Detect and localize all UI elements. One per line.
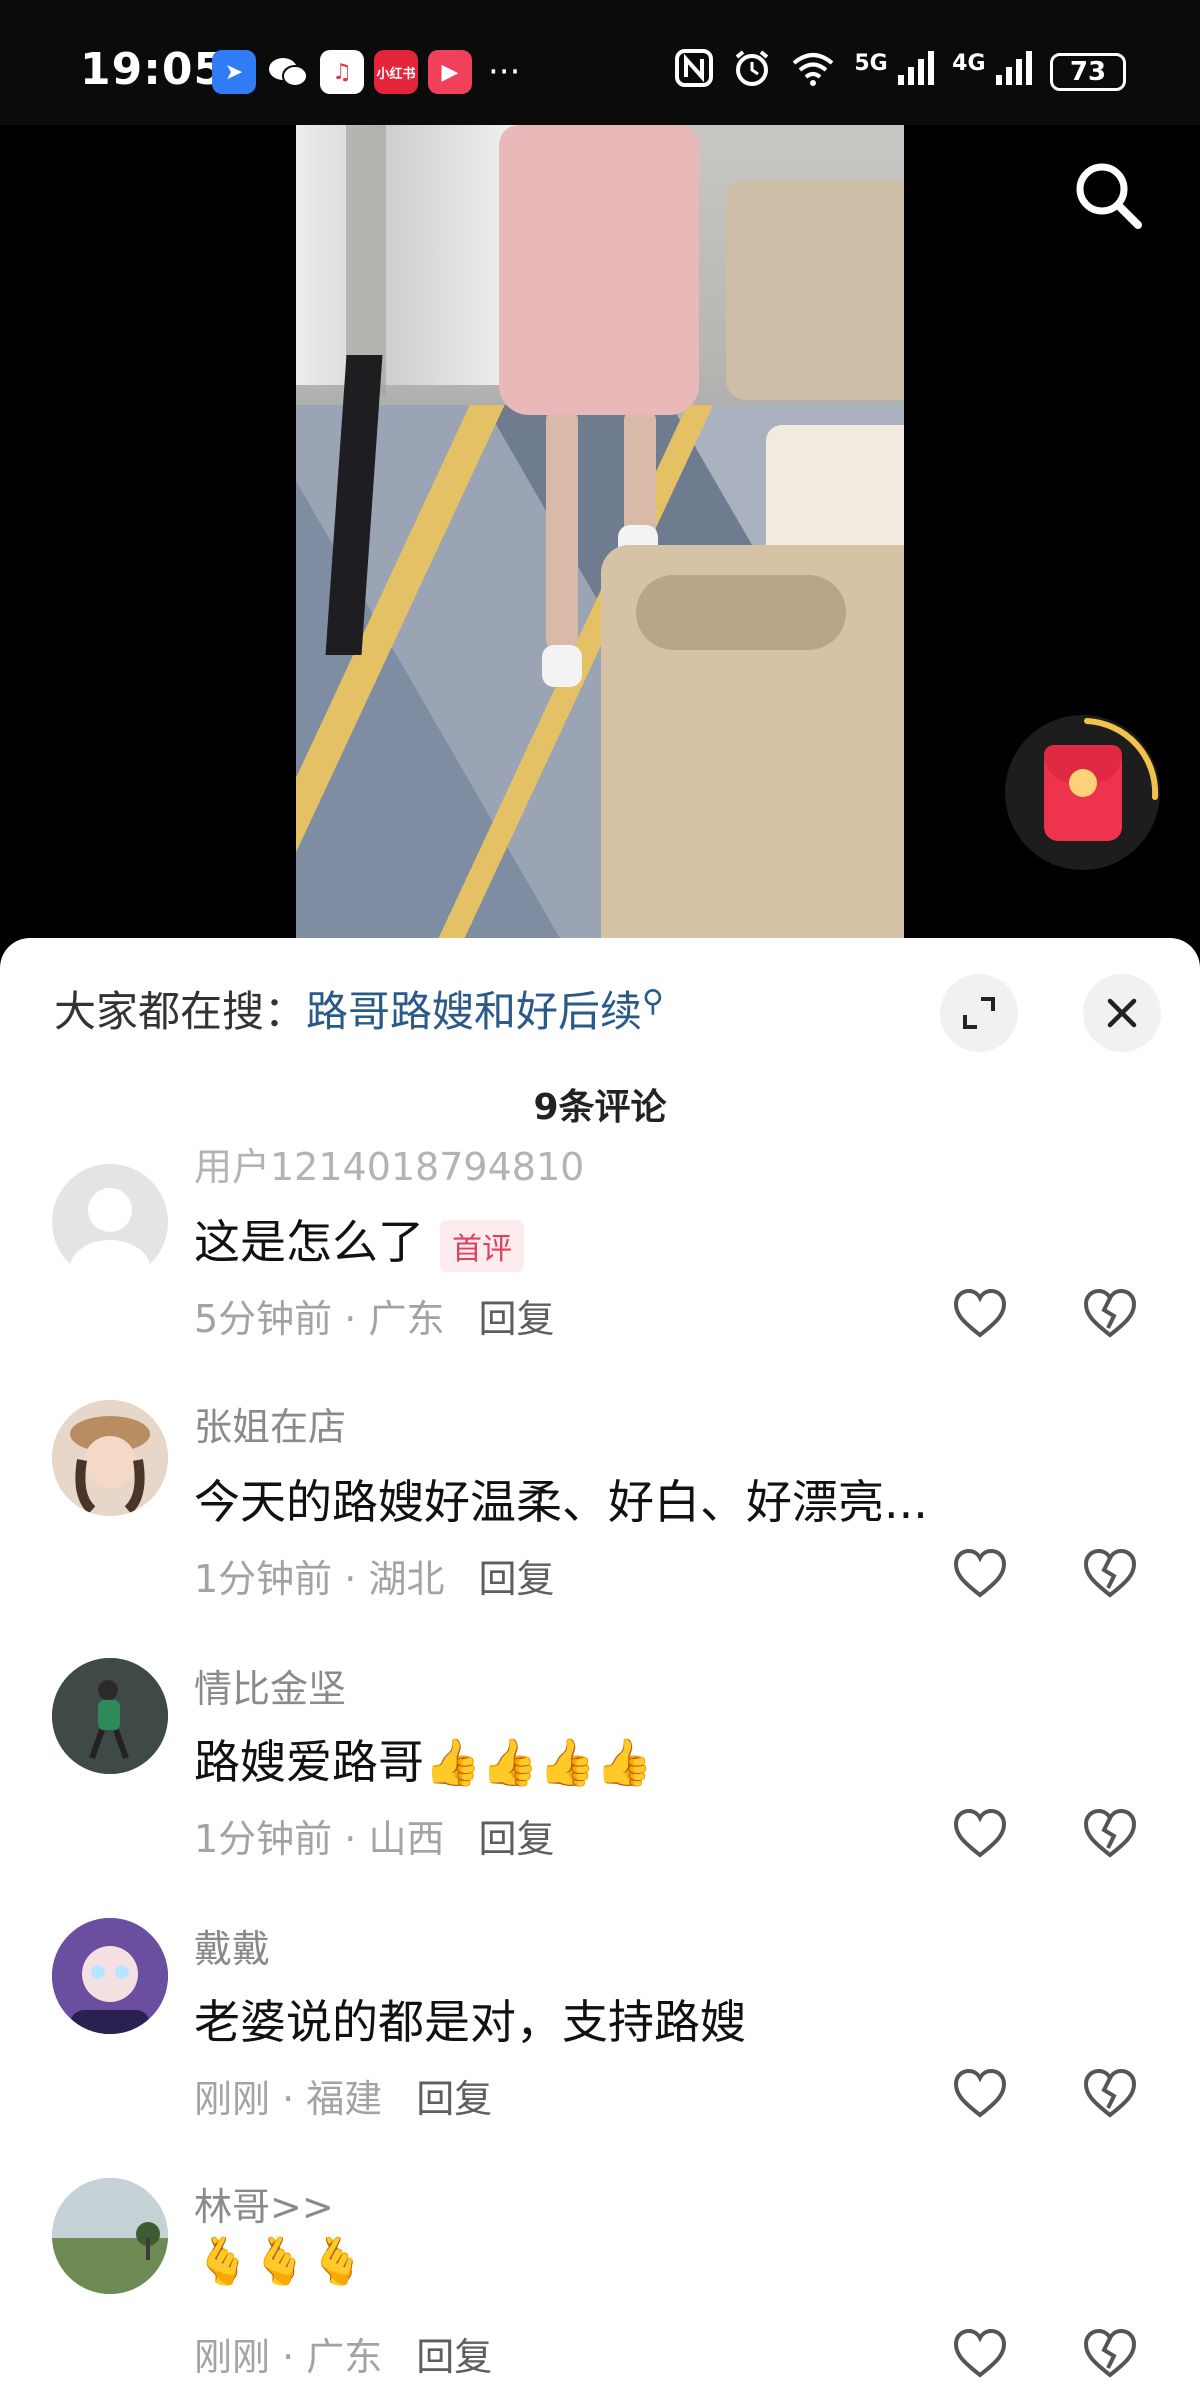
video-frame[interactable]	[296, 125, 904, 940]
broken-heart-icon[interactable]	[1082, 1548, 1138, 1600]
red-packet-button[interactable]	[1005, 715, 1160, 870]
expand-button[interactable]	[940, 974, 1018, 1052]
finger-heart-emoji: 🫰🫰🫰	[194, 2234, 366, 2288]
reply-button[interactable]: 回复	[416, 2335, 492, 2379]
comment-count: 9条评论	[533, 1087, 667, 1128]
comment-text: 路嫂爱路哥👍👍👍👍	[194, 1735, 654, 1789]
video-scene-cushion	[636, 575, 846, 650]
signal-5g-icon: 5G	[854, 51, 935, 93]
comment-username[interactable]: 戴戴	[194, 1918, 270, 1973]
red-packet-icon	[1043, 744, 1122, 841]
hot-search-bar[interactable]: 大家都在搜：路哥路嫂和好后续⚲	[54, 978, 664, 1039]
reply-button[interactable]: 回复	[478, 1557, 554, 1601]
comment-item: 张姐在店 今天的路嫂好温柔、好白、好漂亮... 1分钟前 · 湖北 回复	[0, 1400, 1200, 1640]
video-scene-armchair	[726, 180, 904, 400]
notification-icons: ➤ ♫ 小红书 ▶ ···	[212, 50, 520, 94]
comment-text: 🫰🫰🫰	[194, 2234, 366, 2289]
avatar[interactable]	[52, 1918, 168, 2034]
reply-button[interactable]: 回复	[478, 1817, 554, 1861]
comment-username[interactable]: 情比金坚	[194, 1658, 346, 1713]
video-scene-leg	[546, 410, 578, 650]
expand-icon	[963, 997, 995, 1029]
more-notifications: ···	[488, 52, 521, 92]
maps-icon: ➤	[212, 50, 256, 94]
comments-sheet: 大家都在搜：路哥路嫂和好后续⚲ 9条评论 用户1214018794810 这是怎…	[0, 938, 1200, 2398]
heart-icon[interactable]	[952, 2068, 1008, 2120]
wechat-icon	[266, 50, 310, 94]
video-player[interactable]	[0, 125, 1200, 940]
comment-text: 这是怎么了 首评	[194, 1206, 524, 1272]
broken-heart-icon[interactable]	[1082, 2068, 1138, 2120]
comment-meta: 1分钟前 · 湖北 回复	[194, 1557, 555, 1601]
heart-icon[interactable]	[952, 1808, 1008, 1860]
reply-button[interactable]: 回复	[478, 1297, 554, 1341]
status-bar: 19:05 ➤ ♫ 小红书 ▶ ··· 5G 4G 73	[0, 0, 1200, 125]
comment-username[interactable]: 林哥>>	[194, 2176, 334, 2231]
broken-heart-icon[interactable]	[1082, 2328, 1138, 2380]
comment-item: 林哥>> 🫰🫰🫰 刚刚 · 广东 回复	[0, 2178, 1200, 2398]
heart-icon[interactable]	[952, 1548, 1008, 1600]
thumbs-up-emoji: 👍👍👍👍	[424, 1735, 654, 1789]
clock: 19:05	[80, 44, 226, 95]
avatar[interactable]	[52, 2178, 168, 2294]
broken-heart-icon[interactable]	[1082, 1808, 1138, 1860]
comment-meta: 1分钟前 · 山西 回复	[194, 1817, 555, 1861]
avatar[interactable]	[52, 1658, 168, 1774]
broken-heart-icon[interactable]	[1082, 1288, 1138, 1340]
search-icon[interactable]	[1068, 155, 1148, 235]
video-app-icon: ▶	[428, 50, 472, 94]
comment-text: 老婆说的都是对，支持路嫂	[194, 1995, 746, 2049]
close-button[interactable]	[1083, 974, 1161, 1052]
alarm-icon	[732, 48, 772, 96]
system-icons: 5G 4G 73	[674, 48, 1126, 96]
comment-text: 今天的路嫂好温柔、好白、好漂亮...	[194, 1475, 928, 1529]
hot-search-prefix: 大家都在搜：	[54, 987, 307, 1036]
first-comment-badge: 首评	[440, 1219, 524, 1272]
reply-button[interactable]: 回复	[416, 2077, 492, 2121]
comment-meta: 5分钟前 · 广东 回复	[194, 1297, 555, 1341]
comment-meta: 刚刚 · 广东 回复	[194, 2335, 493, 2379]
comment-item: 用户1214018794810 这是怎么了 首评 5分钟前 · 广东 回复	[0, 1145, 1200, 1404]
small-search-icon: ⚲	[642, 984, 665, 1019]
comment-username[interactable]: 张姐在店	[194, 1396, 346, 1451]
video-scene-person	[499, 125, 699, 415]
comment-meta: 刚刚 · 福建 回复	[194, 2077, 493, 2121]
comment-username[interactable]: 用户1214018794810	[194, 1136, 584, 1191]
signal-4g-icon: 4G	[952, 51, 1032, 93]
comment-item: 戴戴 老婆说的都是对，支持路嫂 刚刚 · 福建 回复	[0, 1918, 1200, 2158]
xiaohongshu-icon: 小红书	[374, 50, 418, 94]
comment-item: 情比金坚 路嫂爱路哥👍👍👍👍 1分钟前 · 山西 回复	[0, 1658, 1200, 1898]
close-icon	[1107, 998, 1137, 1028]
wifi-icon	[790, 49, 836, 95]
heart-icon[interactable]	[952, 2328, 1008, 2380]
avatar[interactable]	[52, 1400, 168, 1516]
heart-icon[interactable]	[952, 1288, 1008, 1340]
music-icon: ♫	[320, 50, 364, 94]
hot-search-link[interactable]: 路哥路嫂和好后续	[306, 987, 642, 1036]
video-scene-slipper	[542, 645, 582, 687]
avatar[interactable]	[52, 1164, 168, 1280]
nfc-icon	[674, 48, 714, 96]
battery-indicator: 73	[1050, 53, 1126, 91]
